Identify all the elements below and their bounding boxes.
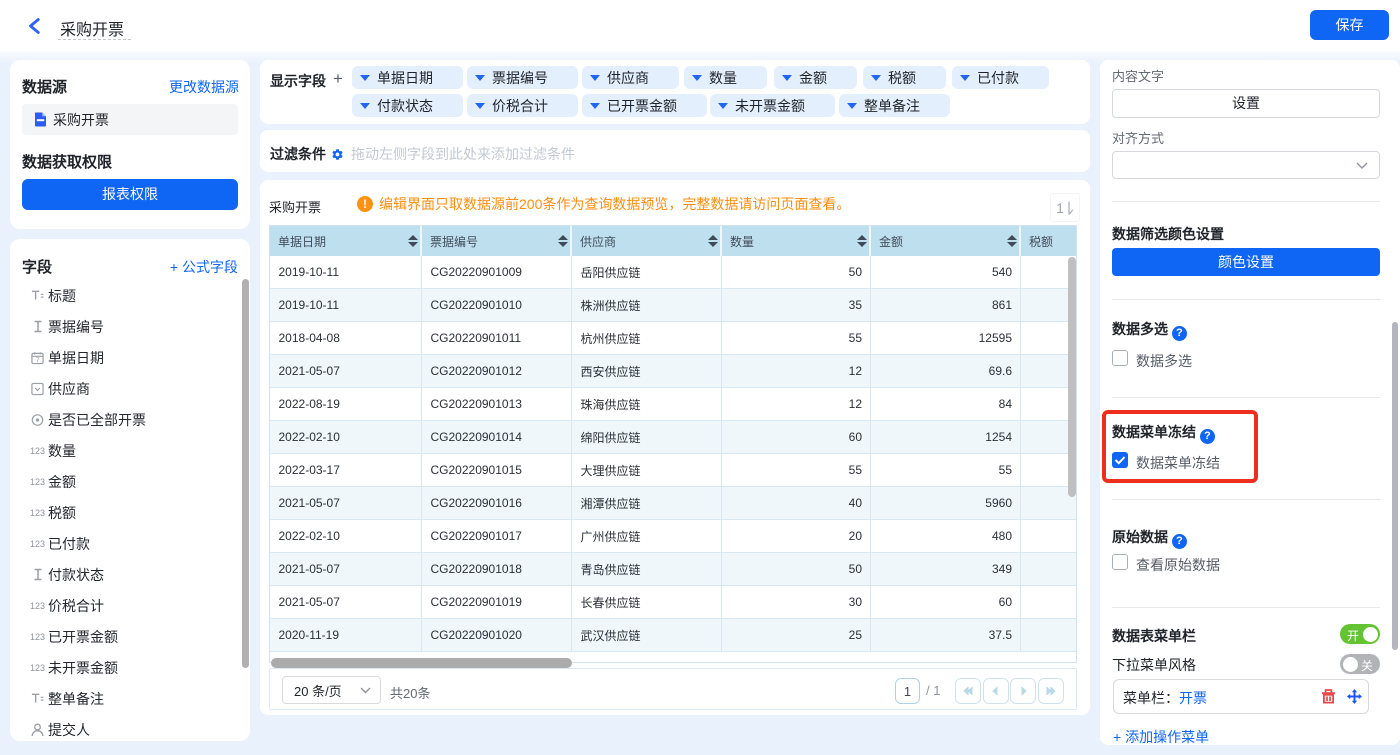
- svg-text:7: 7: [35, 355, 39, 364]
